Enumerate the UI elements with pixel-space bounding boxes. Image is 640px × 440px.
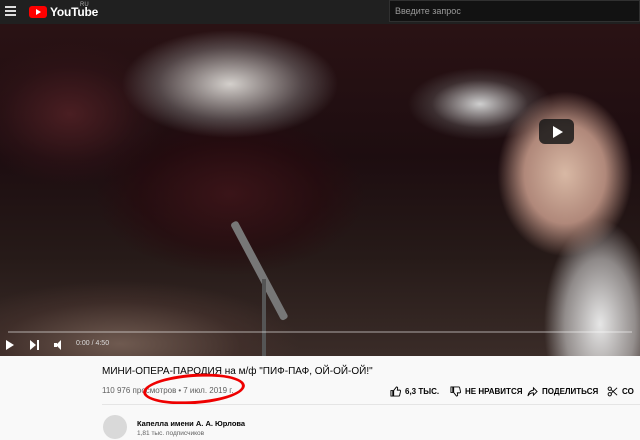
- dislike-label: НЕ НРАВИТСЯ: [465, 386, 523, 396]
- share-icon: [527, 386, 538, 396]
- top-bar: YouTube RU: [0, 0, 640, 24]
- search-box[interactable]: [389, 0, 640, 22]
- thumbs-up-icon: [390, 385, 401, 397]
- channel-avatar[interactable]: [103, 415, 127, 439]
- region-code: RU: [80, 2, 89, 8]
- youtube-play-icon: [29, 6, 47, 18]
- player-controls: 0:00 / 4:50: [0, 334, 640, 356]
- large-play-button[interactable]: [539, 119, 574, 144]
- share-button[interactable]: ПОДЕЛИТЬСЯ: [527, 386, 598, 397]
- logo-text: YouTube: [50, 5, 99, 19]
- channel-name[interactable]: Капелла имени А. А. Юрлова: [137, 419, 245, 428]
- save-button[interactable]: СО: [607, 386, 634, 397]
- video-player[interactable]: 0:00 / 4:50: [0, 24, 640, 356]
- video-title: МИНИ-ОПЕРА-ПАРОДИЯ на м/ф "ПИФ-ПАФ, ОЙ-О…: [102, 366, 373, 377]
- time-display: 0:00 / 4:50: [76, 340, 110, 347]
- microphone-decor: [230, 220, 289, 322]
- scissors-icon: [607, 386, 618, 396]
- next-icon[interactable]: [30, 340, 40, 350]
- search-input[interactable]: [390, 2, 640, 20]
- like-count: 6,3 ТЫС.: [405, 386, 440, 396]
- thumbs-down-icon: [450, 385, 461, 397]
- save-label: СО: [622, 386, 634, 396]
- like-button[interactable]: 6,3 ТЫС.: [390, 385, 440, 397]
- volume-icon[interactable]: [54, 340, 66, 350]
- play-icon[interactable]: [6, 340, 14, 350]
- share-label: ПОДЕЛИТЬСЯ: [542, 386, 599, 396]
- divider: [102, 404, 640, 405]
- progress-bar[interactable]: [8, 331, 632, 333]
- dislike-button[interactable]: НЕ НРАВИТСЯ: [450, 385, 523, 397]
- subscriber-count: 1,81 тыс. подписчиков: [137, 430, 205, 437]
- hamburger-menu-icon[interactable]: [5, 6, 16, 16]
